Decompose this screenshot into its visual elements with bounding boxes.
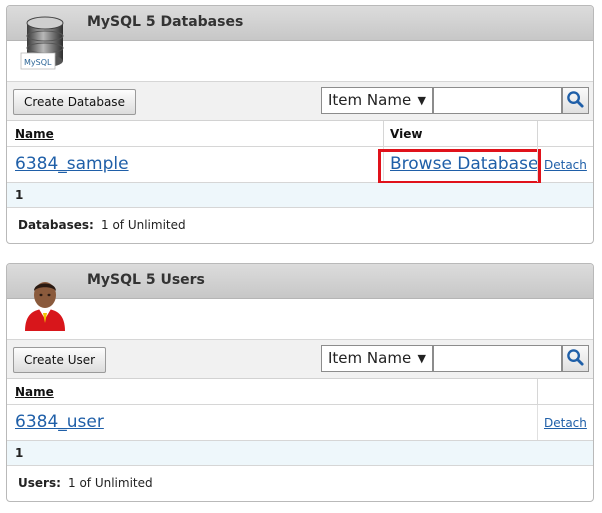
page-number[interactable]: 1 xyxy=(15,188,23,202)
create-database-button[interactable]: Create Database xyxy=(13,89,136,115)
databases-panel-header: MySQL 5 Databases xyxy=(7,6,593,41)
caret-down-icon: ▼ xyxy=(417,94,426,107)
magnifier-icon xyxy=(567,90,584,108)
magnifier-icon xyxy=(567,348,584,366)
databases-summary: Databases: 1 of Unlimited xyxy=(7,208,593,242)
database-name-link[interactable]: 6384_sample xyxy=(15,154,129,174)
mysql-database-icon: MySQL xyxy=(20,16,64,70)
databases-panel-title: MySQL 5 Databases xyxy=(87,14,244,30)
users-panel-header: MySQL 5 Users xyxy=(7,264,593,299)
search-button[interactable] xyxy=(562,345,589,372)
view-column-header: View xyxy=(390,127,423,141)
users-panel-title: MySQL 5 Users xyxy=(87,272,205,288)
search-input[interactable] xyxy=(433,345,562,372)
user-name-link[interactable]: 6384_user xyxy=(15,412,104,432)
filter-select[interactable]: Item Name ▼ xyxy=(321,87,433,114)
column-headers: Name xyxy=(7,379,593,405)
summary-label: Databases: xyxy=(18,218,94,232)
summary-label: Users: xyxy=(18,476,61,490)
page-number[interactable]: 1 xyxy=(15,446,23,460)
table-row: 6384_user Detach xyxy=(7,405,593,441)
pager: 1 xyxy=(7,183,593,208)
highlight-box xyxy=(378,149,541,184)
filter-select[interactable]: Item Name ▼ xyxy=(321,345,433,372)
users-panel: MySQL 5 Users Create User Item Name ▼ Na… xyxy=(6,263,594,502)
pager: 1 xyxy=(7,441,593,466)
create-user-button[interactable]: Create User xyxy=(13,347,107,373)
name-column-header[interactable]: Name xyxy=(15,385,54,399)
filter-select-value: Item Name xyxy=(328,91,412,109)
user-avatar-icon xyxy=(25,282,65,331)
mysql-logo-text: MySQL xyxy=(24,58,52,67)
column-headers: Name View xyxy=(7,121,593,147)
search-button[interactable] xyxy=(562,87,589,114)
detach-link[interactable]: Detach xyxy=(544,158,587,172)
databases-panel: MySQL 5 Databases MySQL Create Database … xyxy=(6,5,594,244)
filter-select-value: Item Name xyxy=(328,349,412,367)
table-row: 6384_sample Browse Database Detach xyxy=(7,147,593,184)
summary-value: 1 of Unlimited xyxy=(101,218,186,232)
caret-down-icon: ▼ xyxy=(417,352,426,365)
users-summary: Users: 1 of Unlimited xyxy=(7,466,593,500)
detach-link[interactable]: Detach xyxy=(544,416,587,430)
name-column-header[interactable]: Name xyxy=(15,127,54,141)
search-input[interactable] xyxy=(433,87,562,114)
summary-value: 1 of Unlimited xyxy=(68,476,153,490)
